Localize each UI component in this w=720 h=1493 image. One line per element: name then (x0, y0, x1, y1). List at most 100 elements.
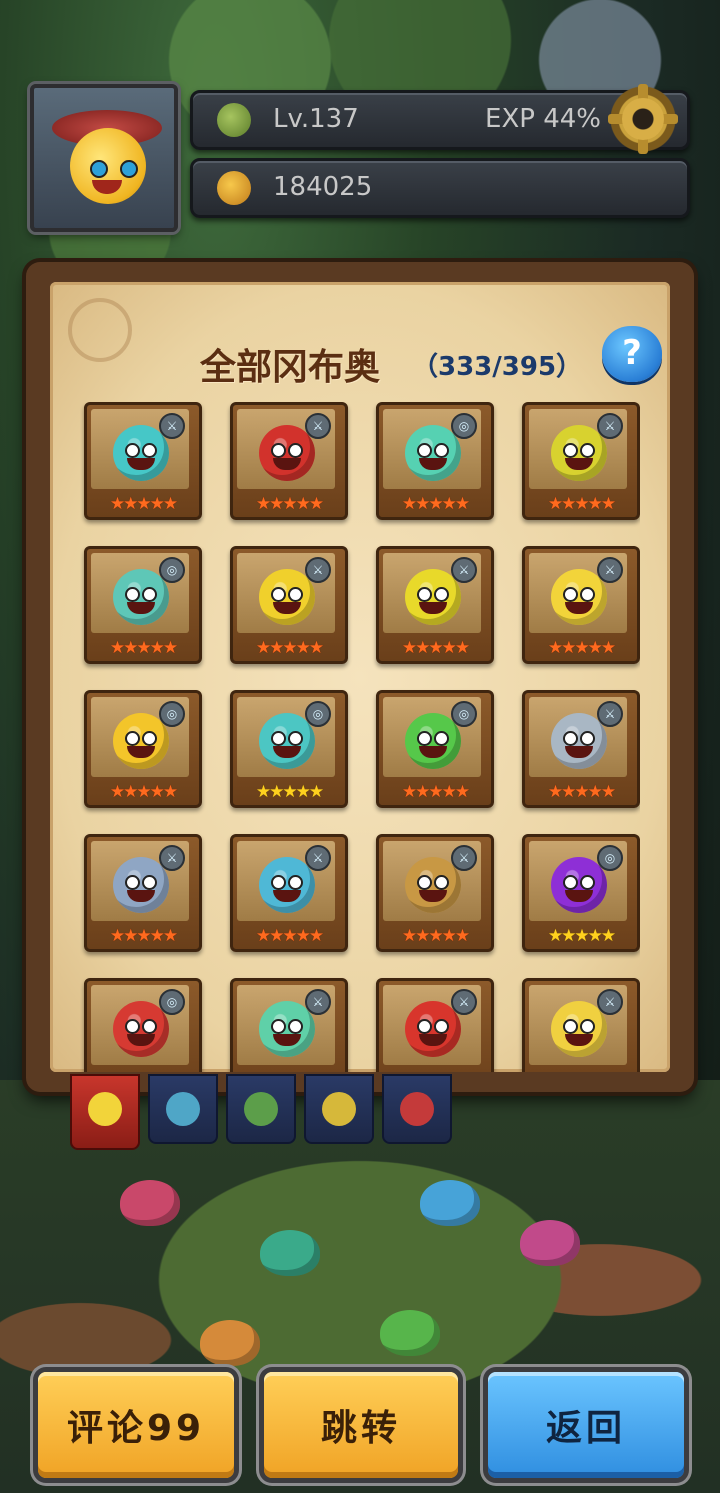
creature-mouth (127, 602, 155, 614)
exp-text: EXP 44% (485, 104, 601, 134)
creature-card[interactable]: ◎ ★★★★★ (522, 834, 640, 952)
creature-card[interactable]: ⚔ ★★★★★ (230, 546, 348, 664)
class-badge-icon: ⚔ (597, 413, 623, 439)
creature-card[interactable]: ⚔ ★★★★★ (230, 978, 348, 1072)
creature-eye (125, 587, 140, 602)
village-creature (200, 1320, 260, 1366)
creature-portrait: ⚔ (383, 985, 481, 1065)
creature-eye (434, 731, 449, 746)
star-rating: ★★★★★ (401, 926, 470, 946)
class-badge-icon: ◎ (159, 989, 185, 1015)
creature-mouth (127, 746, 155, 758)
category-creature-icon (166, 1092, 200, 1126)
creature-card[interactable]: ⚔ ★★★★★ (522, 546, 640, 664)
creature-mouth (419, 602, 447, 614)
village-creature (520, 1220, 580, 1266)
clover-icon (217, 103, 251, 137)
creature-eye (142, 443, 157, 458)
class-badge-icon: ◎ (451, 701, 477, 727)
gear-core (622, 98, 664, 140)
star-rating: ★★★★★ (401, 494, 470, 514)
corner-ornament (68, 298, 132, 362)
creature-card[interactable]: ⚔ ★★★★★ (522, 402, 640, 520)
gold-bar: 184025 (190, 158, 690, 218)
creature-card[interactable]: ◎ ★★★★★ (376, 690, 494, 808)
creature-mouth (419, 890, 447, 902)
creature-eye (563, 587, 578, 602)
village-creature (120, 1180, 180, 1226)
player-avatar[interactable] (30, 84, 178, 232)
avatar-eye (90, 160, 108, 178)
creature-eye (434, 875, 449, 890)
creature-card[interactable]: ◎ ★★★★★ (230, 690, 348, 808)
creature-portrait: ⚔ (237, 553, 335, 633)
creature-eye (271, 1019, 286, 1034)
help-button[interactable]: ? (602, 326, 662, 382)
creature-card[interactable]: ⚔ ★★★★★ (376, 978, 494, 1072)
class-badge-icon: ⚔ (305, 413, 331, 439)
creature-card[interactable]: ⚔ ★★★★★ (522, 978, 640, 1072)
jump-button[interactable]: 跳转 (264, 1372, 458, 1478)
creature-eye (271, 587, 286, 602)
creature-card[interactable]: ⚔ ★★★★★ (84, 834, 202, 952)
creature-eye (563, 1019, 578, 1034)
creature-mouth (419, 1034, 447, 1046)
creature-card[interactable]: ◎ ★★★★★ (84, 690, 202, 808)
class-badge-icon: ⚔ (159, 413, 185, 439)
class-badge-icon: ⚔ (159, 845, 185, 871)
class-badge-icon: ⚔ (451, 845, 477, 871)
creature-eye (434, 587, 449, 602)
category-tab[interactable] (226, 1074, 296, 1144)
star-rating: ★★★★★ (401, 638, 470, 658)
collection-panel: 全部冈布奥 （333/395） ? ⚔ ★★★★★ ⚔ ★★★★★ ◎ ★★★★★ ⚔ ★★★… (26, 262, 694, 1092)
creature-card[interactable]: ⚔ ★★★★★ (376, 834, 494, 952)
gold-fruit-icon (217, 171, 251, 205)
creature-eye (142, 875, 157, 890)
creature-mouth (419, 746, 447, 758)
creature-grid[interactable]: ⚔ ★★★★★ ⚔ ★★★★★ ◎ ★★★★★ ⚔ ★★★★★ ◎ ★★★★★ ⚔ ★★★★★ ⚔ ★★★… (80, 402, 640, 1072)
creature-card[interactable]: ⚔ ★★★★★ (84, 402, 202, 520)
creature-mouth (565, 602, 593, 614)
class-badge-icon: ⚔ (305, 557, 331, 583)
comment-button[interactable]: 评论99 (38, 1372, 234, 1478)
star-rating: ★★★★★ (255, 638, 324, 658)
creature-eye (580, 1019, 595, 1034)
creature-eye (417, 731, 432, 746)
creature-card[interactable]: ⚔ ★★★★★ (376, 546, 494, 664)
back-button[interactable]: 返回 (488, 1372, 684, 1478)
star-rating: ★★★★★ (109, 926, 178, 946)
star-rating: ★★★★★ (525, 1069, 637, 1072)
collection-parchment: 全部冈布奥 （333/395） ? ⚔ ★★★★★ ⚔ ★★★★★ ◎ ★★★★★ ⚔ ★★★… (50, 282, 670, 1072)
creature-portrait: ⚔ (383, 841, 481, 921)
category-creature-icon (322, 1092, 356, 1126)
creature-card[interactable]: ⚔ ★★★★★ (522, 690, 640, 808)
creature-eye (417, 587, 432, 602)
category-tab[interactable] (304, 1074, 374, 1144)
creature-eye (417, 875, 432, 890)
creature-card[interactable]: ⚔ ★★★★★ (230, 834, 348, 952)
gear-icon[interactable] (608, 84, 678, 154)
class-badge-icon: ⚔ (451, 989, 477, 1015)
creature-portrait: ⚔ (529, 553, 627, 633)
category-creature-icon (400, 1092, 434, 1126)
creature-card[interactable]: ◎ ★★★★★ (376, 402, 494, 520)
creature-portrait: ⚔ (91, 409, 189, 489)
star-rating: ★★★★★ (255, 494, 324, 514)
category-tab[interactable] (382, 1074, 452, 1144)
star-rating: ★★★★★ (87, 1069, 199, 1072)
category-tab[interactable] (70, 1074, 140, 1150)
village-creature (420, 1180, 480, 1226)
creature-mouth (273, 1034, 301, 1046)
star-rating: ★★★★★ (547, 926, 616, 946)
creature-card[interactable]: ◎ ★★★★★ (84, 978, 202, 1072)
star-rating: ★★★★★ (233, 1069, 345, 1072)
creature-card[interactable]: ⚔ ★★★★★ (230, 402, 348, 520)
creature-portrait: ◎ (529, 841, 627, 921)
category-tab[interactable] (148, 1074, 218, 1144)
creature-portrait: ◎ (91, 697, 189, 777)
creature-mouth (127, 1034, 155, 1046)
creature-mouth (273, 746, 301, 758)
creature-portrait: ⚔ (529, 985, 627, 1065)
creature-card[interactable]: ◎ ★★★★★ (84, 546, 202, 664)
category-creature-icon (244, 1092, 278, 1126)
